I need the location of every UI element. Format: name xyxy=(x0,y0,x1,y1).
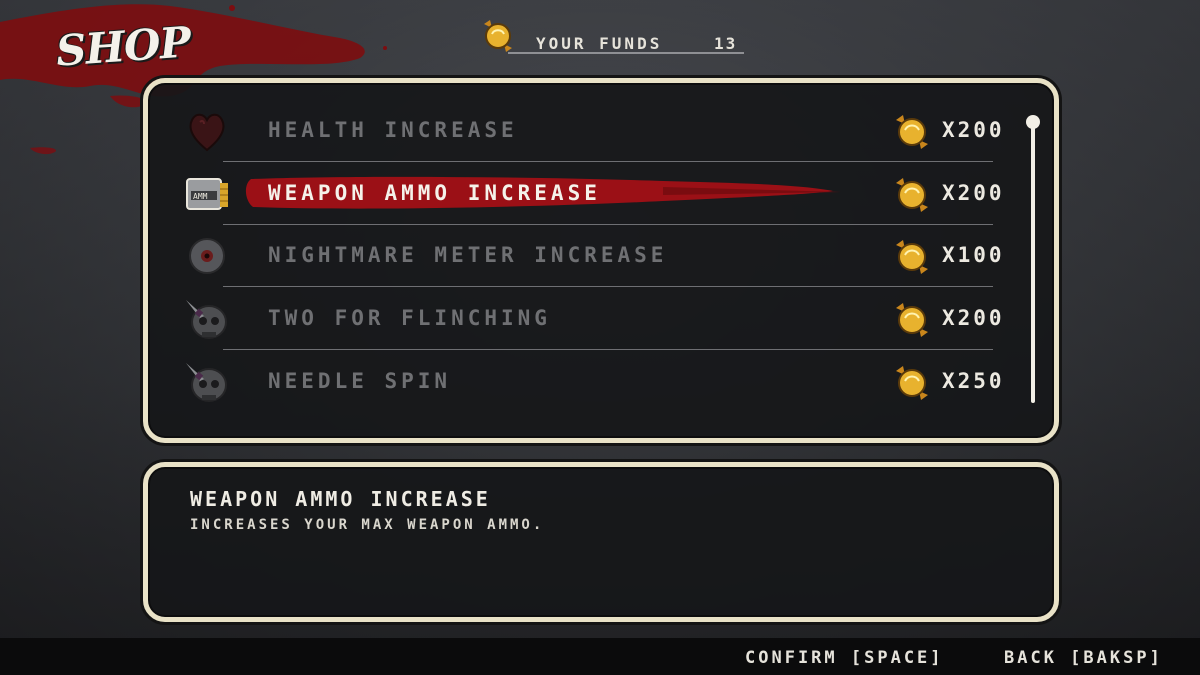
shop-item-list: HEALTH INCREASE X200 AMM WEAPON AMMO INC… xyxy=(143,78,1059,443)
shop-item-row[interactable]: NEEDLE SPIN X250 xyxy=(148,351,1054,413)
skull-knife-icon xyxy=(186,363,227,402)
ammo-box-icon: AMM xyxy=(186,178,228,210)
funds-label: YOUR FUNDS xyxy=(536,34,663,53)
item-price: X200 xyxy=(942,181,1005,205)
page-title: SHOP xyxy=(54,17,192,76)
item-price: X100 xyxy=(942,243,1005,267)
back-button[interactable]: BACK [BAKSP] xyxy=(1004,648,1163,668)
shop-item-row[interactable]: HEALTH INCREASE X200 xyxy=(148,100,1054,162)
control-hints-bar: CONFIRM [SPACE] BACK [BAKSP] xyxy=(0,638,1200,675)
shop-item-row[interactable]: NIGHTMARE METER INCREASE X100 xyxy=(148,225,1054,287)
candy-coin-icon xyxy=(896,240,928,274)
item-name: NIGHTMARE METER INCREASE xyxy=(268,243,668,267)
skull-knife-icon xyxy=(186,300,227,339)
row-divider xyxy=(223,286,993,287)
funds-value: 13 xyxy=(714,34,738,53)
candy-coin-icon xyxy=(896,178,928,212)
item-name: TWO FOR FLINCHING xyxy=(268,306,551,330)
row-divider xyxy=(223,161,993,162)
candy-coin-icon xyxy=(896,366,928,400)
scrollbar-thumb[interactable] xyxy=(1026,115,1040,129)
description-title: WEAPON AMMO INCREASE xyxy=(190,487,491,511)
item-name: NEEDLE SPIN xyxy=(268,369,452,393)
item-name: HEALTH INCREASE xyxy=(268,118,518,142)
svg-text:AMM: AMM xyxy=(193,192,208,201)
shop-item-row[interactable]: TWO FOR FLINCHING X200 xyxy=(148,288,1054,350)
candy-coin-icon xyxy=(896,303,928,337)
shop-item-row-selected[interactable]: AMM WEAPON AMMO INCREASE X200 xyxy=(148,163,1054,225)
funds-underline xyxy=(508,52,744,54)
row-divider xyxy=(223,349,993,350)
confirm-button[interactable]: CONFIRM [SPACE] xyxy=(745,648,944,668)
candy-coin-icon xyxy=(484,20,512,52)
item-name: WEAPON AMMO INCREASE xyxy=(268,181,601,205)
description-text: INCREASES YOUR MAX WEAPON AMMO. xyxy=(190,517,545,533)
candy-coin-icon xyxy=(896,115,928,149)
item-price: X200 xyxy=(942,306,1005,330)
heart-icon xyxy=(189,113,225,152)
item-price: X250 xyxy=(942,369,1005,393)
funds-display: YOUR FUNDS 13 xyxy=(478,14,744,56)
scrollbar-track[interactable] xyxy=(1031,118,1035,403)
eyeball-icon xyxy=(189,238,225,274)
item-price: X200 xyxy=(942,118,1005,142)
item-description-panel: WEAPON AMMO INCREASE INCREASES YOUR MAX … xyxy=(143,462,1059,622)
